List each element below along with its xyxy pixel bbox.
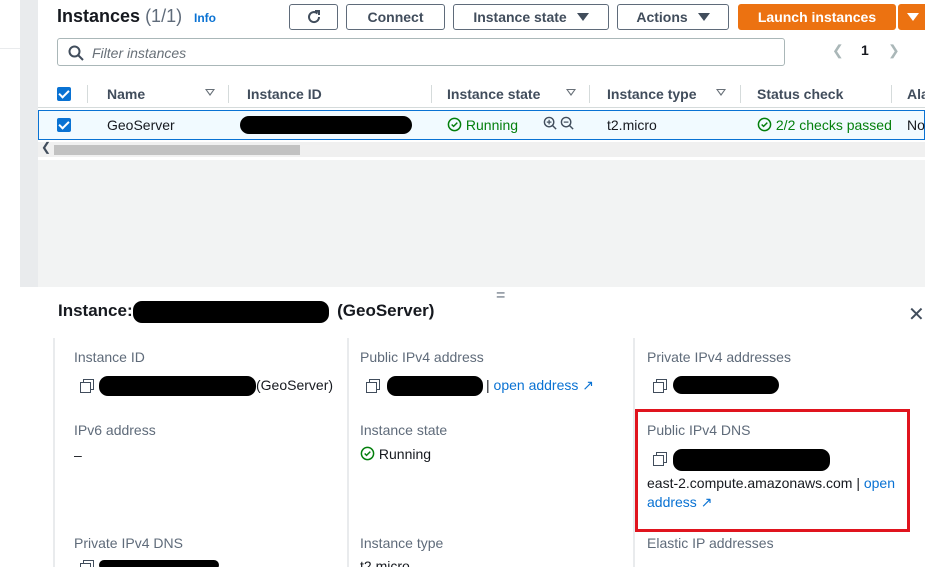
sort-icon[interactable] (566, 89, 576, 96)
column-header-name[interactable]: Name (107, 86, 145, 102)
instance-state-label: Instance state (473, 9, 567, 25)
instance-count: (1/1) (145, 6, 183, 26)
copy-icon[interactable] (653, 379, 667, 393)
ipv6-value: – (74, 447, 82, 463)
instance-state-dropdown[interactable]: Instance state (453, 4, 609, 30)
check-circle-icon (360, 446, 375, 461)
redaction-mark (240, 116, 412, 134)
instance-state-cell: Running (447, 117, 518, 133)
details-title-prefix: Instance: (58, 301, 133, 320)
column-header-instance-state[interactable]: Instance state (447, 86, 540, 102)
instance-state-detail-value: Running (378, 446, 432, 462)
connect-label: Connect (367, 9, 424, 25)
check-circle-icon (447, 117, 462, 132)
page-number[interactable]: 1 (861, 42, 869, 58)
search-icon (68, 45, 84, 61)
public-ipv4-open-address[interactable]: | open address ↗ (486, 377, 594, 394)
sort-icon[interactable] (205, 89, 215, 96)
actions-label: Actions (636, 9, 688, 25)
instance-type-label: Instance type (360, 535, 444, 551)
column-separator (431, 85, 432, 103)
alarm-cell: No (907, 117, 925, 133)
external-link-icon[interactable]: ↗ (582, 377, 594, 393)
public-ipv4-label: Public IPv4 address (360, 349, 484, 365)
instance-name: GeoServer (107, 117, 175, 133)
ipv6-label: IPv6 address (74, 422, 156, 438)
redaction-mark (387, 376, 483, 396)
left-gutter (0, 0, 20, 567)
launch-label: Launch instances (757, 9, 877, 25)
private-dns-label: Private IPv4 DNS (74, 535, 183, 551)
zoom-out-icon[interactable] (560, 116, 575, 134)
refresh-button[interactable] (289, 4, 338, 30)
page-title-text: Instances (57, 6, 141, 26)
column-separator (740, 85, 741, 103)
column-separator (891, 85, 892, 103)
redaction-mark (673, 376, 779, 394)
copy-icon[interactable] (80, 560, 94, 567)
copy-icon[interactable] (366, 379, 380, 393)
actions-dropdown[interactable]: Actions (617, 4, 729, 30)
column-divider (347, 338, 349, 567)
refresh-icon (307, 10, 320, 24)
next-page-icon[interactable]: ❯ (888, 42, 900, 59)
column-divider (53, 338, 55, 567)
scrollbar-thumb[interactable] (54, 145, 300, 155)
column-header-alarm[interactable]: Ala (907, 86, 925, 102)
highlight-box (635, 409, 910, 532)
search-input[interactable]: Filter instances (57, 38, 785, 66)
side-scroll-track (20, 0, 38, 287)
connect-button[interactable]: Connect (346, 4, 445, 30)
column-separator (228, 85, 229, 103)
status-check-cell: 2/2 checks passed (757, 117, 892, 133)
instance-state-value: Running (465, 117, 519, 133)
instance-id-suffix: (GeoServer) (256, 377, 334, 393)
zoom-in-icon[interactable] (543, 116, 558, 134)
page-title: Instances (1/1) (57, 6, 182, 27)
caret-down-icon (907, 13, 919, 21)
gutter-divider (0, 48, 20, 49)
column-header-instance-id[interactable]: Instance ID (247, 86, 322, 102)
instance-state-detail: Running (360, 446, 431, 462)
instance-state-label: Instance state (360, 422, 448, 438)
resize-handle[interactable]: = (496, 287, 505, 305)
caret-down-icon (697, 13, 710, 21)
caret-down-icon (576, 13, 589, 21)
redaction-mark (133, 301, 329, 323)
instance-id-label: Instance ID (74, 349, 145, 365)
prev-page-icon[interactable]: ❮ (832, 42, 844, 59)
launch-dropdown-button[interactable] (898, 4, 925, 30)
info-link[interactable]: Info (194, 11, 216, 25)
search-placeholder: Filter instances (92, 45, 187, 61)
status-check-value: 2/2 checks passed (775, 117, 892, 133)
column-header-instance-type[interactable]: Instance type (607, 86, 696, 102)
copy-icon[interactable] (80, 379, 94, 393)
elastic-ip-label: Elastic IP addresses (647, 535, 774, 551)
row-checkbox[interactable] (57, 118, 71, 132)
table-empty-area (38, 160, 925, 287)
open-address-link[interactable]: open address (494, 377, 579, 393)
launch-instances-button[interactable]: Launch instances (738, 4, 896, 30)
private-ipv4-label: Private IPv4 addresses (647, 349, 791, 365)
instance-type-value: t2.micro (360, 558, 410, 567)
column-header-status-check[interactable]: Status check (757, 86, 843, 102)
check-circle-icon (757, 117, 772, 132)
scroll-left-icon[interactable]: ❮ (41, 140, 51, 154)
sort-icon[interactable] (716, 89, 726, 96)
close-icon[interactable]: ✕ (908, 302, 925, 327)
redaction-mark (99, 560, 219, 567)
instance-type-cell: t2.micro (607, 117, 657, 133)
redaction-mark (99, 376, 256, 396)
details-title-suffix: (GeoServer) (337, 301, 435, 320)
column-separator (87, 85, 88, 103)
column-separator (589, 85, 590, 103)
select-all-checkbox[interactable] (57, 87, 71, 101)
